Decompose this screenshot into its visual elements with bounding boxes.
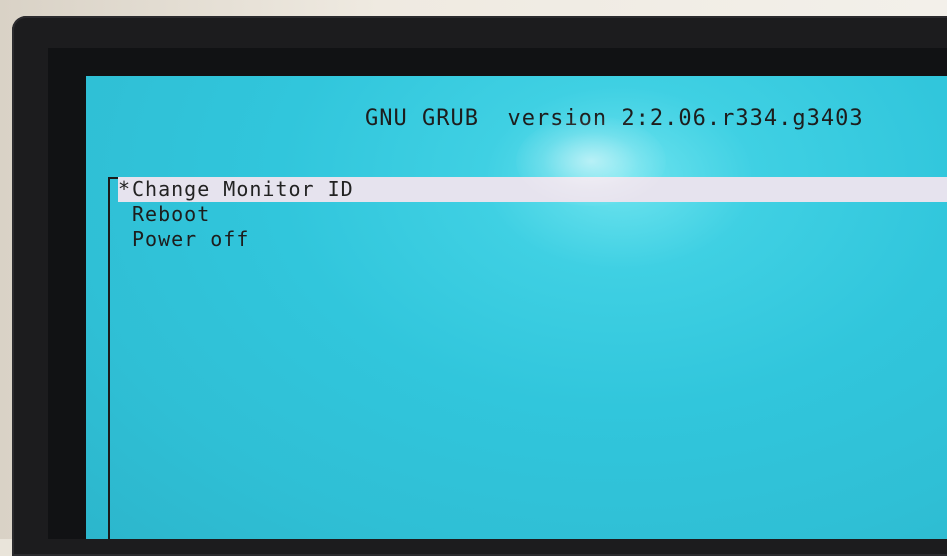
grub-screen: GNU GRUB version 2:2.06.r334.g3403 *Chan… xyxy=(86,76,947,539)
boot-menu: *Change Monitor ID Reboot Power off xyxy=(118,177,947,252)
selection-marker: * xyxy=(118,177,132,201)
grub-version-header: GNU GRUB version 2:2.06.r334.g3403 xyxy=(365,106,864,131)
menu-item-power-off[interactable]: Power off xyxy=(118,227,947,252)
menu-item-label: Power off xyxy=(132,227,250,251)
menu-item-reboot[interactable]: Reboot xyxy=(118,202,947,227)
menu-item-change-monitor-id[interactable]: *Change Monitor ID xyxy=(118,177,947,202)
menu-item-label: Change Monitor ID xyxy=(132,177,354,201)
menu-item-label: Reboot xyxy=(132,202,211,226)
